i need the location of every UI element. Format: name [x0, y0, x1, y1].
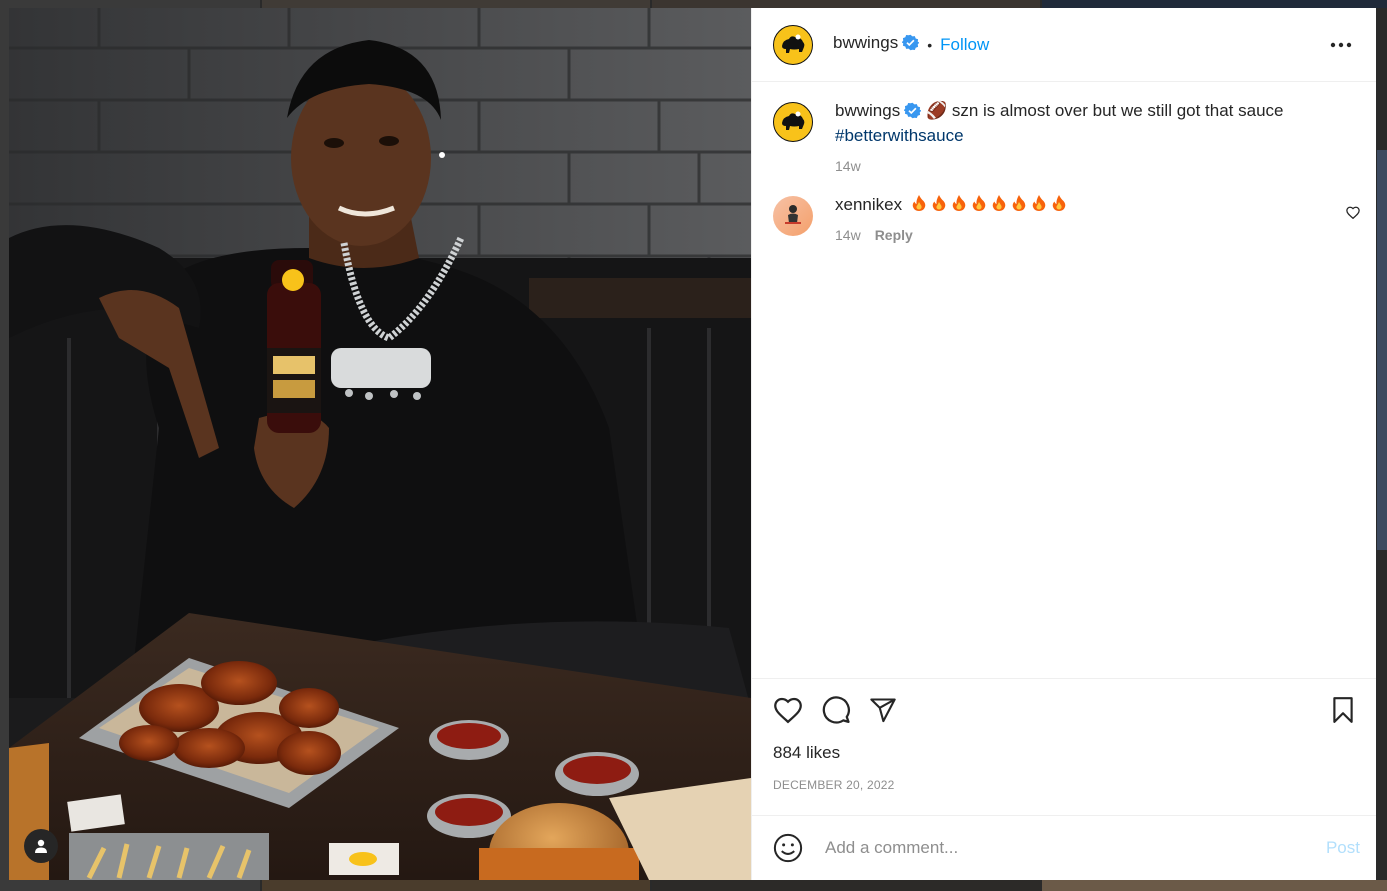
comment-age[interactable]: 14w [835, 227, 861, 243]
like-button[interactable] [773, 696, 803, 724]
caption: bwwings 🏈 szn is almost over but we stil… [773, 101, 1360, 174]
comment-username[interactable]: xennikex [835, 195, 902, 214]
post-side-panel: bwwings • Follow bwwings 🏈 szn is almost… [751, 8, 1376, 880]
verified-icon [901, 34, 920, 56]
caption-age[interactable]: 14w [835, 158, 861, 174]
comment-like-button[interactable] [1346, 206, 1360, 224]
more-options-button[interactable] [1322, 38, 1360, 52]
verified-icon [903, 102, 922, 125]
fire-icon [971, 194, 987, 218]
share-button[interactable] [869, 696, 897, 724]
post-actions: 884 likes DECEMBER 20, 2022 [752, 678, 1376, 815]
save-button[interactable] [1330, 696, 1356, 724]
reply-button[interactable]: Reply [875, 227, 913, 243]
emoji-icon [773, 833, 803, 863]
commenter-avatar[interactable] [773, 196, 813, 236]
more-icon [1330, 42, 1352, 47]
post-comment-button[interactable]: Post [1326, 838, 1360, 858]
heart-icon [774, 697, 802, 724]
author-username[interactable]: bwwings [833, 33, 920, 56]
fire-icon [951, 194, 967, 218]
separator-dot: • [927, 36, 933, 53]
comment-item: xennikex 14w Reply [773, 195, 1360, 243]
post-image [9, 8, 751, 880]
heart-icon [1346, 206, 1360, 220]
author-name-text[interactable]: bwwings [833, 33, 898, 52]
comment-input[interactable] [823, 837, 1326, 859]
post-header: bwwings • Follow [752, 8, 1376, 82]
follow-button[interactable]: Follow [940, 35, 989, 55]
post-photo[interactable] [9, 8, 751, 880]
fire-emoji-row [907, 195, 1067, 214]
fire-icon [1051, 194, 1067, 218]
football-emoji: 🏈 [925, 101, 948, 120]
hashtag-link[interactable]: #betterwithsauce [835, 126, 964, 145]
fire-icon [1031, 194, 1047, 218]
fire-icon [931, 194, 947, 218]
likes-count[interactable]: 884 likes [773, 743, 1360, 763]
tagged-users-button[interactable] [24, 829, 58, 863]
comment-icon [822, 696, 850, 724]
caption-author-avatar[interactable] [773, 102, 813, 142]
share-icon [870, 698, 896, 723]
caption-username[interactable]: bwwings [835, 101, 900, 120]
emoji-picker-button[interactable] [773, 833, 803, 863]
author-avatar[interactable] [773, 24, 813, 65]
post-date[interactable]: DECEMBER 20, 2022 [773, 778, 1360, 792]
comments-list: bwwings 🏈 szn is almost over but we stil… [752, 82, 1376, 678]
buffalo-logo-icon [782, 34, 805, 53]
comment-button[interactable] [821, 695, 851, 725]
caption-text: szn is almost over but we still got that… [951, 101, 1284, 120]
post-modal: bwwings • Follow bwwings 🏈 szn is almost… [9, 8, 1376, 880]
fire-icon [911, 194, 927, 218]
fire-icon [991, 194, 1007, 218]
fire-icon [1011, 194, 1027, 218]
add-comment-bar: Post [752, 815, 1376, 880]
buffalo-logo-icon [782, 111, 805, 130]
commenter-avatar-image [785, 205, 801, 224]
person-icon [35, 839, 47, 853]
bookmark-icon [1333, 697, 1353, 723]
